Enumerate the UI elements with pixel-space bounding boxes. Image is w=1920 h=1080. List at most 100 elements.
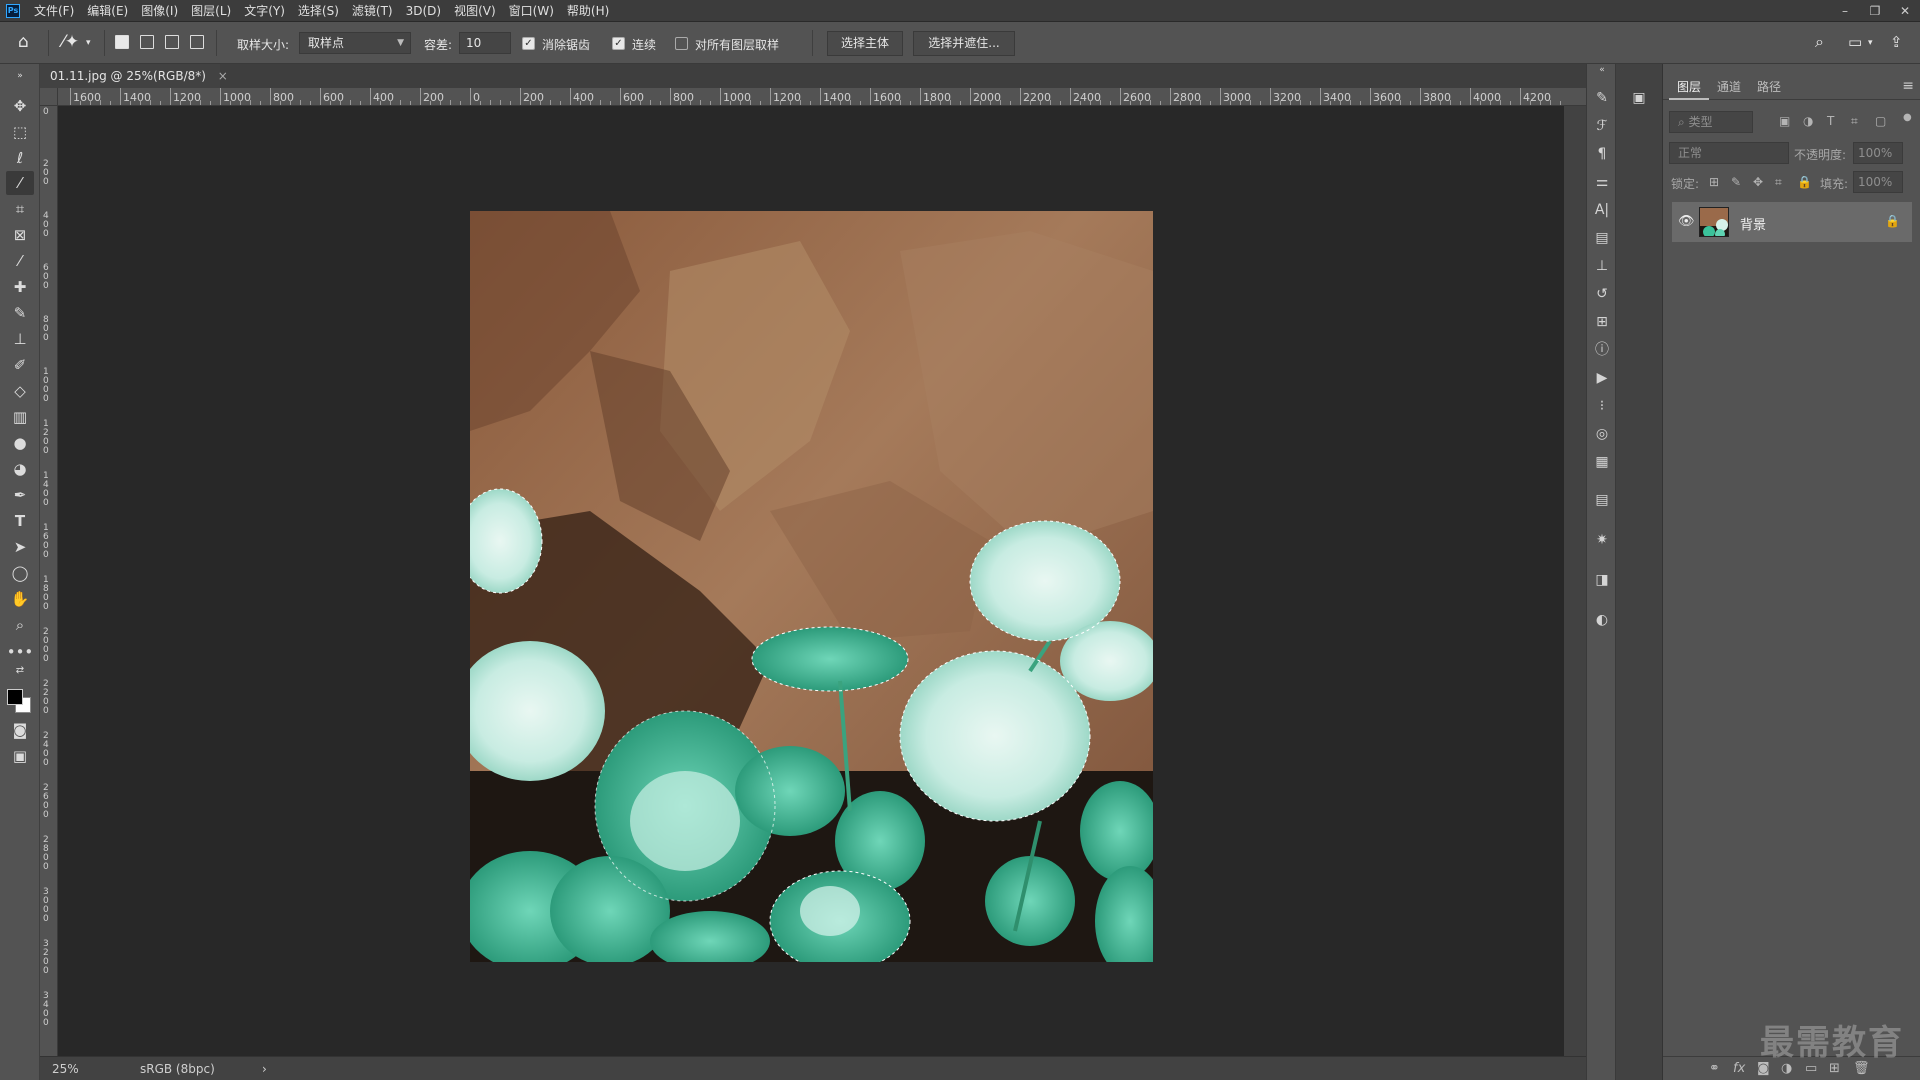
zoom-level[interactable]: 25%: [52, 1062, 79, 1076]
filter-toggle-icon[interactable]: ●: [1903, 112, 1912, 123]
swap-colors-icon[interactable]: ⇄: [6, 664, 34, 678]
pen-tool-icon[interactable]: ✒: [6, 483, 34, 507]
search-icon[interactable]: ⌕: [1815, 32, 1824, 52]
marquee-tool-icon[interactable]: ⬚: [6, 120, 34, 144]
tolerance-input[interactable]: 10: [459, 32, 511, 54]
close-icon[interactable]: ×: [218, 69, 228, 83]
layer-row[interactable]: 👁 背景 🔒: [1672, 202, 1912, 242]
tab-layers[interactable]: 图层: [1669, 74, 1710, 100]
healing-brush-icon[interactable]: ✚: [6, 275, 34, 299]
lock-pixels-icon[interactable]: ✎: [1731, 175, 1741, 189]
foreground-color-swatch[interactable]: [7, 689, 23, 705]
lock-artboard-icon[interactable]: ⌗: [1775, 175, 1782, 190]
paragraph-icon[interactable]: ¶: [1587, 142, 1617, 166]
lock-position-icon[interactable]: ✥: [1753, 175, 1763, 189]
eye-icon[interactable]: 👁: [1678, 214, 1695, 229]
menu-3d[interactable]: 3D(D): [406, 4, 441, 18]
chevron-down-icon[interactable]: ▾: [1868, 33, 1873, 53]
brush-tool-icon[interactable]: ✎: [6, 301, 34, 325]
menu-view[interactable]: 视图(V): [454, 2, 496, 19]
fx-icon[interactable]: fx: [1733, 1061, 1745, 1076]
hand-tool-icon[interactable]: ✋: [6, 587, 34, 611]
filter-pixel-icon[interactable]: ▣: [1779, 114, 1790, 128]
magic-wand-preset-icon[interactable]: ⁄✦: [62, 32, 79, 52]
blend-mode-select[interactable]: 正常: [1669, 142, 1789, 164]
color-icon[interactable]: ◐: [1587, 608, 1617, 632]
home-icon[interactable]: ⌂: [18, 32, 29, 52]
dodge-tool-icon[interactable]: ◕: [6, 457, 34, 481]
actions-play-icon[interactable]: ▶: [1587, 366, 1617, 390]
menu-help[interactable]: 帮助(H): [567, 2, 609, 19]
share-icon[interactable]: ⇪: [1890, 32, 1903, 52]
path-selection-icon[interactable]: ➤: [6, 535, 34, 559]
eraser-tool-icon[interactable]: ◇: [6, 379, 34, 403]
close-button[interactable]: ✕: [1890, 0, 1920, 22]
status-menu-arrow[interactable]: ›: [262, 1062, 267, 1076]
ellipse-tool-icon[interactable]: ◯: [6, 561, 34, 585]
vertical-scrollbar[interactable]: [1564, 106, 1586, 1056]
menu-file[interactable]: 文件(F): [34, 2, 74, 19]
navigator-icon[interactable]: ✷: [1587, 528, 1617, 552]
menu-layer[interactable]: 图层(L): [191, 2, 231, 19]
gradient-tool-icon[interactable]: ▥: [6, 405, 34, 429]
blur-tool-icon[interactable]: ●: [6, 431, 34, 455]
frame-tool-icon[interactable]: ⊠: [6, 223, 34, 247]
clone-stamp-icon[interactable]: ⊥: [6, 327, 34, 351]
adjustments-icon[interactable]: ⚌: [1587, 170, 1617, 194]
collapse-icon[interactable]: «: [1587, 64, 1617, 76]
crop-tool-icon[interactable]: ⌗: [6, 197, 34, 221]
panel-menu-icon[interactable]: ≡: [1902, 78, 1914, 94]
3d-icon[interactable]: ◎: [1587, 422, 1617, 446]
document-tab[interactable]: 01.11.jpg @ 25%(RGB/8*) ×: [40, 64, 228, 88]
filter-shape-icon[interactable]: ⌗: [1851, 114, 1858, 129]
character-icon[interactable]: A|: [1587, 198, 1617, 222]
lock-all-icon[interactable]: 🔒: [1797, 175, 1812, 189]
more-tools-icon[interactable]: •••: [6, 640, 34, 664]
screen-mode-icon[interactable]: ▣: [6, 744, 34, 768]
new-selection-icon[interactable]: [115, 35, 129, 49]
link-layers-icon[interactable]: ⚭: [1709, 1061, 1720, 1076]
fill-input[interactable]: 100%: [1853, 171, 1903, 193]
select-and-mask-button[interactable]: 选择并遮住...: [913, 31, 1015, 56]
restore-button[interactable]: ❐: [1860, 0, 1890, 22]
select-subject-button[interactable]: 选择主体: [827, 31, 903, 56]
glyphs-icon[interactable]: ℱ: [1587, 114, 1617, 138]
anti-alias-checkbox[interactable]: ✓: [522, 37, 535, 50]
properties-icon[interactable]: ⁝: [1587, 394, 1617, 418]
menu-edit[interactable]: 编辑(E): [87, 2, 128, 19]
lock-transparent-icon[interactable]: ⊞: [1709, 175, 1719, 189]
contiguous-checkbox[interactable]: ✓: [612, 37, 625, 50]
menu-window[interactable]: 窗口(W): [509, 2, 554, 19]
layer-name[interactable]: 背景: [1740, 214, 1766, 233]
filter-type-icon[interactable]: T: [1827, 114, 1834, 128]
filter-smart-object-icon[interactable]: ▢: [1875, 114, 1886, 128]
add-to-selection-icon[interactable]: [140, 35, 154, 49]
subtract-selection-icon[interactable]: [165, 35, 179, 49]
collapse-icon[interactable]: »: [6, 70, 34, 82]
filter-adjustment-icon[interactable]: ◑: [1803, 114, 1813, 128]
menu-type[interactable]: 文字(Y): [244, 2, 285, 19]
info-icon[interactable]: ⓘ: [1587, 338, 1617, 362]
opacity-input[interactable]: 100%: [1853, 142, 1903, 164]
notes-icon[interactable]: ▤: [1587, 488, 1617, 512]
panel-toggle-icon[interactable]: ▣: [1624, 86, 1654, 110]
clone-source-icon[interactable]: ⊥: [1587, 254, 1617, 278]
eyedropper-tool-icon[interactable]: ⁄: [6, 249, 34, 273]
move-tool-icon[interactable]: ✥: [6, 94, 34, 118]
chevron-down-icon[interactable]: ▾: [86, 33, 91, 53]
menu-filter[interactable]: 滤镜(T): [352, 2, 393, 19]
grid-icon[interactable]: ▦: [1587, 450, 1617, 474]
type-tool-icon[interactable]: T: [6, 509, 34, 533]
document-image[interactable]: [470, 211, 1153, 962]
menu-select[interactable]: 选择(S): [298, 2, 339, 19]
brush-settings-icon[interactable]: ✎: [1587, 86, 1617, 110]
intersect-selection-icon[interactable]: [190, 35, 204, 49]
layer-comps-icon[interactable]: ◨: [1587, 568, 1617, 592]
quick-mask-icon[interactable]: ◙: [6, 718, 34, 742]
zoom-tool-icon[interactable]: ⌕: [6, 613, 34, 637]
history-icon[interactable]: ↺: [1587, 282, 1617, 306]
layer-filter-select[interactable]: ⌕ 类型: [1669, 111, 1753, 133]
sample-all-layers-checkbox[interactable]: [675, 37, 688, 50]
styles-icon[interactable]: ▤: [1587, 226, 1617, 250]
lasso-tool-icon[interactable]: ℓ: [6, 146, 34, 170]
